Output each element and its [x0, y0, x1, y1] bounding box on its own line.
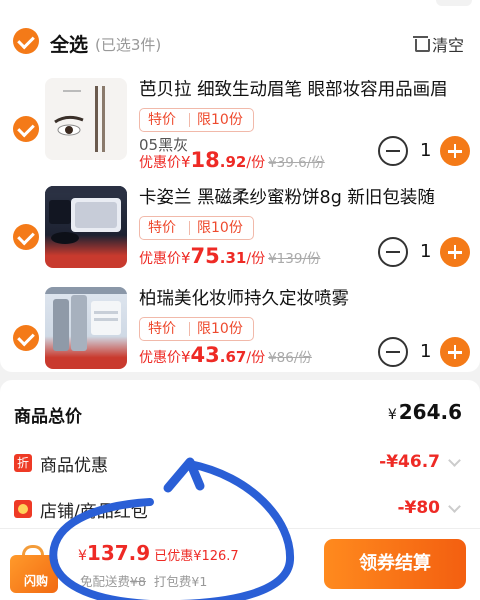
total-price-label: 商品总价: [14, 407, 82, 427]
packing-fee: 打包费¥1: [153, 574, 208, 589]
tag-limit: 限10份: [197, 321, 243, 337]
redpacket-label[interactable]: 店铺/商品红包: [40, 497, 148, 522]
price-row: 优惠价¥18.92/份 ¥39.6/份: [139, 148, 325, 172]
saved-amount: 已优惠¥126.7: [154, 549, 239, 564]
chevron-down-icon[interactable]: [448, 500, 461, 513]
cart-item: 卡姿兰 黑磁柔纱蜜粉饼8g 新旧包装随 特价 限10份 优惠价¥75.31/份 ¥…: [0, 186, 480, 286]
original-price: ¥39.6/份: [268, 155, 325, 171]
quantity-value: 1: [420, 241, 432, 262]
fees-line: 免配送费¥8 打包费¥1: [80, 571, 207, 590]
product-image-setting-spray[interactable]: [45, 287, 127, 369]
price-unit: /份: [246, 251, 266, 267]
selected-count: (已选3件): [95, 36, 162, 54]
discount-value[interactable]: -¥46.7: [379, 452, 440, 472]
discount-label[interactable]: 商品优惠: [40, 451, 108, 476]
payable-total[interactable]: ¥137.9 已优惠¥126.7: [78, 541, 239, 565]
price-row: 优惠价¥75.31/份 ¥139/份: [139, 244, 320, 268]
increase-quantity-button[interactable]: [440, 337, 470, 367]
price-unit: /份: [246, 350, 266, 366]
select-all-label[interactable]: 全选: [50, 30, 88, 57]
increase-quantity-button[interactable]: [440, 136, 470, 166]
tag-special: 特价: [148, 112, 176, 128]
product-image-eyebrow-pencil[interactable]: [45, 78, 127, 160]
tag-special: 特价: [148, 220, 176, 236]
promo-tag: 特价 限10份: [139, 108, 254, 132]
tag-limit: 限10份: [197, 220, 243, 236]
price-integer: 43: [190, 343, 220, 367]
total-yen: ¥: [387, 407, 397, 423]
item-checkbox[interactable]: [13, 116, 39, 142]
product-image-powder-compact[interactable]: [45, 186, 127, 268]
price-decimal: .31: [219, 249, 247, 267]
product-title[interactable]: 芭贝拉 细致生动眉笔 眼部妆容用品画眉: [139, 76, 474, 101]
price-yen: ¥: [181, 249, 191, 267]
cart-card: 全选 (已选3件) 清空 芭贝拉 细致生动眉笔 眼部妆容用品画眉 特价 限10份…: [0, 0, 480, 372]
redpacket-value[interactable]: -¥80: [397, 498, 440, 518]
decrease-quantity-button[interactable]: [378, 337, 408, 367]
item-checkbox[interactable]: [13, 325, 39, 351]
price-prefix: 优惠价: [139, 251, 181, 267]
checkout-button[interactable]: 领券结算: [324, 539, 466, 589]
tag-special: 特价: [148, 321, 176, 337]
clear-button[interactable]: 清空: [432, 32, 464, 56]
promo-tag: 特价 限10份: [139, 317, 254, 341]
promo-tag: 特价 限10份: [139, 216, 254, 240]
cart-item: 芭贝拉 细致生动眉笔 眼部妆容用品画眉 特价 限10份 05黑灰 优惠价¥18.…: [0, 78, 480, 178]
price-yen: ¥: [181, 348, 191, 366]
total-amount: 264.6: [398, 400, 462, 424]
shipping-original: ¥8: [130, 574, 146, 589]
tag-divider: [189, 113, 190, 127]
tag-divider: [189, 221, 190, 235]
original-price: ¥86/份: [268, 350, 312, 366]
price-yen: ¥: [181, 153, 191, 171]
price-prefix: 优惠价: [139, 350, 181, 366]
quantity-value: 1: [420, 341, 432, 362]
price-decimal: .67: [219, 348, 247, 366]
total-price-value: ¥264.6: [388, 400, 462, 424]
chevron-down-icon[interactable]: [448, 454, 461, 467]
card-top-notch: [436, 0, 472, 6]
price-integer: 75: [190, 244, 220, 268]
checkout-bar: 闪购 ¥137.9 已优惠¥126.7 免配送费¥8 打包费¥1 领券结算: [0, 528, 480, 600]
discount-badge-icon: 折: [14, 454, 32, 472]
trash-icon[interactable]: [413, 35, 430, 52]
tag-divider: [189, 322, 190, 336]
decrease-quantity-button[interactable]: [378, 136, 408, 166]
cart-item: 柏瑞美化妆师持久定妆喷雾 特价 限10份 优惠价¥43.67/份 ¥86/份 1: [0, 287, 480, 387]
product-title[interactable]: 柏瑞美化妆师持久定妆喷雾: [139, 285, 474, 310]
price-unit: /份: [246, 155, 266, 171]
decrease-quantity-button[interactable]: [378, 237, 408, 267]
product-title[interactable]: 卡姿兰 黑磁柔纱蜜粉饼8g 新旧包装随: [139, 184, 474, 209]
price-integer: 18: [190, 148, 220, 172]
total-yen: ¥: [78, 548, 87, 564]
bag-text: 闪购: [23, 574, 48, 588]
quantity-value: 1: [420, 140, 432, 161]
item-checkbox[interactable]: [13, 224, 39, 250]
select-all-checkbox[interactable]: [13, 28, 39, 54]
price-prefix: 优惠价: [139, 155, 181, 171]
original-price: ¥139/份: [268, 251, 321, 267]
price-row: 优惠价¥43.67/份 ¥86/份: [139, 343, 312, 367]
select-all-row: 全选 (已选3件) 清空: [0, 22, 480, 62]
red-packet-icon: [14, 500, 32, 518]
increase-quantity-button[interactable]: [440, 237, 470, 267]
tag-limit: 限10份: [197, 112, 243, 128]
price-decimal: .92: [219, 153, 247, 171]
payable-amount: 137.9: [86, 541, 151, 565]
shipping-label: 免配送费: [80, 574, 131, 589]
flash-buy-bag-icon[interactable]: 闪购: [6, 545, 62, 593]
